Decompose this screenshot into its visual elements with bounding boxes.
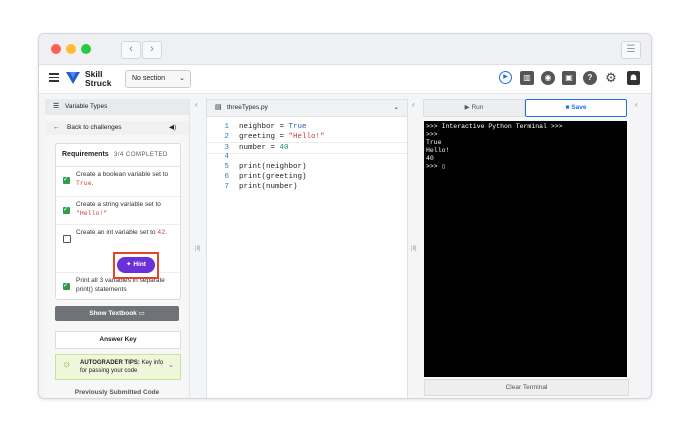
terminal[interactable]: >>> Interactive Python Terminal >>> >>> … [424, 121, 627, 377]
palette-icon[interactable]: ◉ [541, 71, 555, 85]
lightbulb-icon: ☼ [62, 359, 72, 370]
menu-icon[interactable] [49, 73, 59, 82]
code-line: 6 print(greeting) [224, 173, 307, 181]
panel-title: ☰ Variable Types [45, 99, 189, 115]
hint-button[interactable]: ✦ Hint [117, 257, 155, 273]
gear-icon[interactable]: ⚙ [604, 71, 618, 85]
answer-key-button[interactable]: Answer Key [55, 331, 181, 349]
back-to-challenges[interactable]: ← Back to challenges ◀) [45, 121, 189, 135]
checkbox-checked[interactable] [63, 281, 70, 290]
terminal-line: Hello! [426, 147, 450, 154]
editor-tab: ▤ threeTypes.py ⌄ [207, 100, 407, 117]
code-line: 1 neighbor = True [224, 123, 307, 131]
back-arrow-icon: ← [53, 124, 60, 131]
textbook-icon[interactable]: ▥ [520, 71, 534, 85]
drag-handle-icon[interactable]: |‖| [411, 246, 417, 252]
checkbox-checked[interactable] [63, 175, 70, 184]
terminal-line: True [426, 139, 442, 146]
code-line: 4 [224, 153, 229, 161]
terminal-line: 40 [426, 155, 434, 162]
collapse-right-icon[interactable]: ‹ [635, 100, 638, 109]
app-bar: Skill Struck No section ⌄ ▶ ▥ ◉ ▣ ? ⚙ ☗ [39, 65, 651, 94]
terminal-prompt[interactable]: >>> ▯ [426, 163, 625, 171]
maximize-dot[interactable] [81, 44, 91, 54]
code-line: 7 print(number) [224, 183, 298, 191]
list-icon: ☰ [53, 103, 60, 110]
section-select[interactable]: No section ⌄ [125, 70, 191, 88]
code-line: 5 print(neighbor) [224, 163, 307, 171]
textbook-icon: ▭ [138, 310, 145, 317]
chevron-down-icon: ⌄ [179, 75, 185, 82]
logo-text: Skill Struck [85, 69, 112, 88]
drag-handle-icon[interactable]: |‖| [195, 246, 201, 252]
back-icon[interactable]: ‹ [121, 41, 141, 59]
skillstruck-logo [66, 72, 80, 84]
chevron-down-icon: ⌄ [168, 362, 174, 369]
speaker-icon[interactable]: ◀) [169, 121, 176, 135]
terminal-line: >>> Interactive Python Terminal >>> [426, 123, 563, 130]
autograder-tips[interactable]: ☼ AUTOGRADER TIPS: Key info for passing … [55, 354, 181, 380]
chevron-down-icon[interactable]: ⌄ [394, 100, 399, 116]
run-button[interactable]: ▶ Run [423, 99, 525, 117]
previously-submitted[interactable]: Previously Submitted Code [55, 389, 179, 398]
checkbox-checked[interactable] [63, 205, 70, 214]
hint-highlight: ✦ Hint [113, 252, 159, 279]
show-textbook-button[interactable]: Show Textbook ▭ [55, 306, 179, 321]
requirement-item: Create a string variable set to "Hello!" [56, 196, 180, 225]
save-button[interactable]: ■ Save [525, 99, 627, 117]
clear-terminal-button[interactable]: Clear Terminal [424, 379, 629, 396]
code-line: 2 greeting = "Hello!" [224, 133, 325, 141]
requirements-header: Requirements 3/4 COMPLETED [56, 144, 180, 167]
avatar-icon[interactable]: ☗ [627, 71, 640, 85]
collapse-left-icon[interactable]: ‹ [195, 100, 198, 109]
terminal-line: >>> [426, 131, 438, 138]
run-icon[interactable]: ▶ [499, 71, 512, 84]
forward-icon[interactable]: › [142, 41, 162, 59]
title-bar: ‹ › ☰ [39, 34, 651, 65]
run-panel: ▶ Run ■ Save >>> Interactive Python Term… [423, 99, 629, 398]
collapse-editor-icon[interactable]: ‹ [412, 100, 415, 109]
app-window: ‹ › ☰ Skill Struck No section ⌄ ▶ ▥ ◉ ▣ ? … [38, 33, 652, 399]
code-editor[interactable]: ▤ threeTypes.py ⌄ 1 neighbor = True 2 gree… [206, 99, 408, 398]
close-dot[interactable] [51, 44, 61, 54]
help-icon[interactable]: ? [583, 71, 597, 85]
image-icon[interactable]: ▣ [562, 71, 576, 85]
file-icon: ▤ [215, 104, 222, 111]
minimize-dot[interactable] [66, 44, 76, 54]
sidebar-toggle-icon[interactable]: ☰ [621, 41, 641, 59]
checkbox-unchecked[interactable] [63, 235, 71, 243]
requirement-item: Create a boolean variable set to True. [56, 166, 180, 197]
challenge-panel: ☰ Variable Types ← Back to challenges ◀)… [45, 99, 190, 398]
